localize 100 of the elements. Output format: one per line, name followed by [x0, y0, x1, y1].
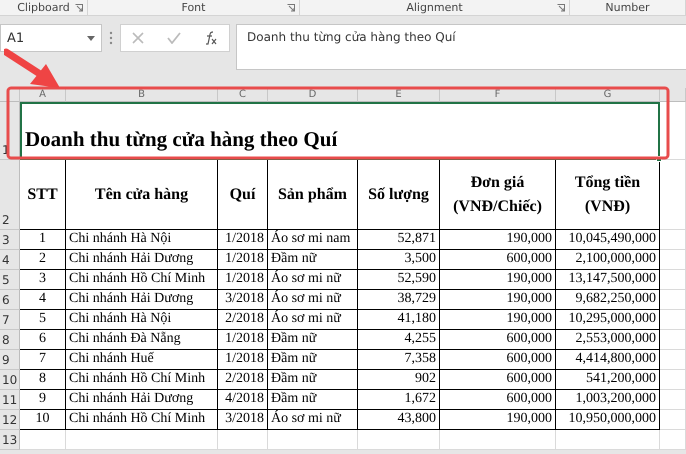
- table-cell: 1/2018: [218, 230, 268, 250]
- ribbon-group-label: Number: [605, 1, 650, 14]
- empty-cell: [660, 370, 686, 390]
- table-cell: 43,800: [358, 410, 440, 430]
- table-cell: 10,295,000,000: [556, 310, 660, 330]
- dropdown-caret-icon[interactable]: [87, 36, 95, 40]
- table-cell: 1,672: [358, 390, 440, 410]
- row-header[interactable]: 13: [0, 430, 20, 450]
- name-box[interactable]: A1: [0, 24, 102, 52]
- title-cell[interactable]: Doanh thu từng cửa hàng theo Quí: [20, 102, 660, 160]
- table-cell: Đầm nữ: [268, 370, 358, 390]
- checkmark-icon[interactable]: [166, 32, 181, 44]
- table-cell: 190,000: [440, 230, 556, 250]
- ribbon-group-label: Alignment: [406, 1, 463, 14]
- row-header[interactable]: 12: [0, 410, 20, 430]
- table-cell: Chi nhánh Hồ Chí Minh: [66, 370, 218, 390]
- empty-cell: [660, 230, 686, 250]
- table-cell: 600,000: [440, 330, 556, 350]
- table-cell: 2/2018: [218, 310, 268, 330]
- table-cell: 600,000: [440, 370, 556, 390]
- table-cell: 1/2018: [218, 250, 268, 270]
- table-cell: 9,682,250,000: [556, 290, 660, 310]
- insert-function-icon[interactable]: [204, 31, 218, 45]
- table-cell: 3/2018: [218, 290, 268, 310]
- column-title: Tên cửa hàng: [66, 160, 218, 230]
- column-title: Sản phẩm: [268, 160, 358, 230]
- row-header[interactable]: 2: [0, 160, 20, 230]
- table-cell: Đầm nữ: [268, 390, 358, 410]
- empty-cell: [660, 350, 686, 370]
- table-cell: 4,414,800,000: [556, 350, 660, 370]
- table-cell: Chi nhánh Hà Nội: [66, 230, 218, 250]
- table-cell: 7,358: [358, 350, 440, 370]
- empty-cell: [660, 330, 686, 350]
- table-cell: 541,200,000: [556, 370, 660, 390]
- dialog-launcher-icon[interactable]: [75, 4, 83, 12]
- row-header[interactable]: 9: [0, 350, 20, 370]
- table-cell: 10,045,490,000: [556, 230, 660, 250]
- table-cell: Đầm nữ: [268, 250, 358, 270]
- table-cell: 13,147,500,000: [556, 270, 660, 290]
- column-title: STT: [20, 160, 66, 230]
- row-header[interactable]: 5: [0, 270, 20, 290]
- table-cell: 600,000: [440, 350, 556, 370]
- column-title: Đơn giá (VNĐ/Chiếc): [440, 160, 556, 230]
- table-cell: 2: [20, 250, 66, 270]
- table-cell: Áo sơ mi nữ: [268, 290, 358, 310]
- empty-cell: [660, 390, 686, 410]
- empty-cell: [660, 270, 686, 290]
- table-cell: 1,003,200,000: [556, 390, 660, 410]
- row-header[interactable]: 3: [0, 230, 20, 250]
- table-cell: 6: [20, 330, 66, 350]
- table-cell: Đầm nữ: [268, 350, 358, 370]
- table-cell: 3: [20, 270, 66, 290]
- formula-field[interactable]: Doanh thu từng cửa hàng theo Quí: [236, 24, 686, 70]
- table-cell: Chi nhánh Hải Dương: [66, 250, 218, 270]
- empty-cell: [660, 290, 686, 310]
- table-cell: Chi nhánh Hồ Chí Minh: [66, 270, 218, 290]
- table-cell: 52,590: [358, 270, 440, 290]
- row-header[interactable]: 8: [0, 330, 20, 350]
- table-cell: Áo sơ mi nam: [268, 230, 358, 250]
- table-cell: 5: [20, 310, 66, 330]
- table-cell: 4: [20, 290, 66, 310]
- table-cell: 190,000: [440, 270, 556, 290]
- table-cell: Chi nhánh Hải Dương: [66, 290, 218, 310]
- dialog-launcher-icon[interactable]: [287, 4, 295, 12]
- table-cell: 4,255: [358, 330, 440, 350]
- row-header[interactable]: 7: [0, 310, 20, 330]
- table-cell: 190,000: [440, 410, 556, 430]
- column-title: Số lượng: [358, 160, 440, 230]
- table-cell: 38,729: [358, 290, 440, 310]
- table-cell: 7: [20, 350, 66, 370]
- row-header[interactable]: 11: [0, 390, 20, 410]
- table-cell: 190,000: [440, 290, 556, 310]
- table-cell: 1: [20, 230, 66, 250]
- row-header[interactable]: 4: [0, 250, 20, 270]
- table-cell: Chi nhánh Hải Dương: [66, 390, 218, 410]
- table-cell: 2,553,000,000: [556, 330, 660, 350]
- table-cell: 600,000: [440, 250, 556, 270]
- table-cell: 1/2018: [218, 270, 268, 290]
- ribbon-group-label: Font: [182, 1, 206, 14]
- table-cell: 3,500: [358, 250, 440, 270]
- table-cell: 1/2018: [218, 350, 268, 370]
- table-cell: 52,871: [358, 230, 440, 250]
- column-title: Quí: [218, 160, 268, 230]
- empty-cell: [660, 160, 686, 230]
- table-cell: Chi nhánh Đà Nẵng: [66, 330, 218, 350]
- row-header[interactable]: 10: [0, 370, 20, 390]
- dialog-launcher-icon[interactable]: [557, 4, 565, 12]
- table-cell: 9: [20, 390, 66, 410]
- table-cell: Đầm nữ: [268, 330, 358, 350]
- table-cell: 2,100,000,000: [556, 250, 660, 270]
- arrow-icon: [4, 48, 60, 90]
- ribbon-group-label: Clipboard: [17, 1, 70, 14]
- table-cell: 8: [20, 370, 66, 390]
- row-header[interactable]: 6: [0, 290, 20, 310]
- column-title: Tổng tiền (VNĐ): [556, 160, 660, 230]
- table-cell: Chi nhánh Hà Nội: [66, 310, 218, 330]
- table-cell: 4/2018: [218, 390, 268, 410]
- table-cell: 3/2018: [218, 410, 268, 430]
- table-cell: 190,000: [440, 310, 556, 330]
- table-cell: 600,000: [440, 390, 556, 410]
